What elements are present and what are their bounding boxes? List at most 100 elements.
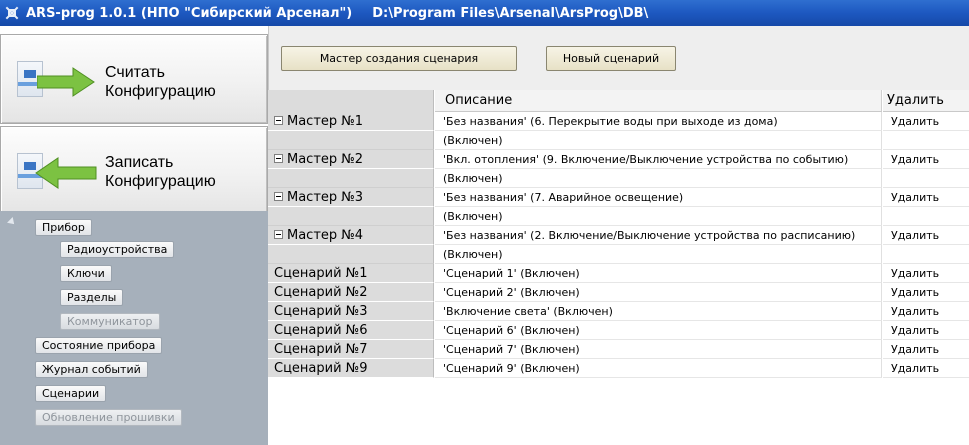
- row-name: Мастер №4: [287, 228, 364, 243]
- row-name: Сценарий №9: [274, 361, 368, 376]
- tree-item-radio[interactable]: Радиоустройства: [60, 241, 175, 258]
- row-description[interactable]: 'Вкл. отопления' (9. Включение/Выключени…: [435, 150, 882, 169]
- table-row[interactable]: Сценарий №6 'Сценарий 6' (Включен) Удалить: [268, 321, 969, 340]
- table-row[interactable]: Сценарий №7 'Сценарий 7' (Включен) Удалить: [268, 340, 969, 359]
- row-description[interactable]: 'Без названия' (2. Включение/Выключение …: [435, 226, 882, 245]
- read-button-line2: Конфигурацию: [105, 83, 216, 100]
- table-row[interactable]: Мастер №4 'Без названия' (2. Включение/Вы…: [268, 226, 969, 245]
- subrow-name-cell: [268, 131, 434, 150]
- row-name: Сценарий №6: [274, 323, 368, 338]
- read-config-button[interactable]: Считать Конфигурацию: [0, 34, 268, 124]
- tree-item-device[interactable]: Прибор: [35, 219, 92, 236]
- tree-item-sections[interactable]: Разделы: [60, 289, 124, 306]
- row-status: (Включен): [435, 245, 882, 264]
- row-delete-link[interactable]: Удалить: [883, 283, 969, 302]
- row-description[interactable]: 'Сценарий 2' (Включен): [435, 283, 882, 302]
- nav-tree: Прибор Радиоустройства Ключи Разделы Ком…: [0, 211, 268, 445]
- write-button-line1: Записать: [105, 154, 174, 171]
- window-path: D:\Program Files\Arsenal\ArsProg\DB\: [372, 5, 649, 21]
- collapse-minus-icon[interactable]: [274, 116, 283, 125]
- write-config-button[interactable]: Записать Конфигурацию: [0, 126, 268, 216]
- tree-item-state[interactable]: Состояние прибора: [35, 337, 163, 354]
- row-name-cell[interactable]: Сценарий №2: [268, 283, 434, 302]
- row-name-cell[interactable]: Сценарий №7: [268, 340, 434, 359]
- row-delete-link[interactable]: Удалить: [883, 340, 969, 359]
- row-delete-link[interactable]: Удалить: [883, 302, 969, 321]
- window-titlebar[interactable]: ARS-prog 1.0.1 (НПО "Сибирский Арсенал")…: [0, 0, 969, 26]
- row-name-cell[interactable]: Мастер №2: [268, 150, 434, 169]
- right-area: Мастер создания сценария Новый сценарий …: [268, 26, 969, 445]
- toolbar: Мастер создания сценария Новый сценарий: [268, 26, 969, 90]
- row-name-cell[interactable]: Мастер №3: [268, 188, 434, 207]
- header-description[interactable]: Описание: [435, 90, 882, 112]
- arrow-right-icon: [37, 67, 95, 97]
- subrow-empty-cell: [883, 131, 969, 150]
- tree-item-scenarios[interactable]: Сценарии: [35, 385, 107, 402]
- tree-item-firmware: Обновление прошивки: [35, 409, 182, 426]
- subrow-name-cell: [268, 245, 434, 264]
- tree-expand-icon[interactable]: [7, 217, 17, 227]
- row-status: (Включен): [435, 169, 882, 188]
- subrow-empty-cell: [883, 207, 969, 226]
- table-subrow: (Включен): [268, 207, 969, 226]
- row-name-cell[interactable]: Сценарий №9: [268, 359, 434, 378]
- row-name: Сценарий №2: [274, 285, 368, 300]
- row-description[interactable]: 'Включение света' (Включен): [435, 302, 882, 321]
- row-description[interactable]: 'Сценарий 9' (Включен): [435, 359, 882, 378]
- write-button-line2: Конфигурацию: [105, 173, 216, 190]
- row-description[interactable]: 'Без названия' (6. Перекрытие воды при в…: [435, 112, 882, 131]
- row-delete-link[interactable]: Удалить: [883, 359, 969, 378]
- subrow-name-cell: [268, 169, 434, 188]
- arrow-left-icon: [35, 157, 97, 189]
- row-description[interactable]: 'Сценарий 7' (Включен): [435, 340, 882, 359]
- new-scenario-button[interactable]: Новый сценарий: [546, 46, 676, 71]
- tree-item-communicator: Коммуникатор: [60, 313, 160, 330]
- row-description[interactable]: 'Сценарий 6' (Включен): [435, 321, 882, 340]
- subrow-empty-cell: [883, 245, 969, 264]
- row-name-cell[interactable]: Сценарий №3: [268, 302, 434, 321]
- row-name-cell[interactable]: Сценарий №6: [268, 321, 434, 340]
- left-panel: Считать Конфигурацию Записать Конфигурац…: [0, 26, 268, 445]
- table-subrow: (Включен): [268, 131, 969, 150]
- table-row[interactable]: Мастер №3 'Без названия' (7. Аварийное ос…: [268, 188, 969, 207]
- table-row[interactable]: Сценарий №2 'Сценарий 2' (Включен) Удалить: [268, 283, 969, 302]
- scenario-table: Описание Удалить Мастер №1 'Без названия'…: [268, 90, 969, 378]
- row-name-cell[interactable]: Сценарий №1: [268, 264, 434, 283]
- row-description[interactable]: 'Без названия' (7. Аварийное освещение): [435, 188, 882, 207]
- row-delete-link[interactable]: Удалить: [883, 226, 969, 245]
- row-delete-link[interactable]: Удалить: [883, 321, 969, 340]
- row-name: Сценарий №1: [274, 266, 368, 281]
- row-delete-link[interactable]: Удалить: [883, 264, 969, 283]
- row-status: (Включен): [435, 131, 882, 150]
- table-row[interactable]: Сценарий №9 'Сценарий 9' (Включен) Удалить: [268, 359, 969, 378]
- ars-app-icon: [4, 5, 20, 21]
- tree-item-journal[interactable]: Журнал событий: [35, 361, 148, 378]
- read-button-line1: Считать: [105, 64, 166, 81]
- row-name-cell[interactable]: Мастер №4: [268, 226, 434, 245]
- table-row[interactable]: Сценарий №1 'Сценарий 1' (Включен) Удалить: [268, 264, 969, 283]
- header-delete[interactable]: Удалить: [883, 90, 969, 112]
- collapse-minus-icon[interactable]: [274, 154, 283, 163]
- window-title: ARS-prog 1.0.1 (НПО "Сибирский Арсенал"): [26, 5, 353, 21]
- row-delete-link[interactable]: Удалить: [883, 112, 969, 131]
- row-name: Мастер №2: [287, 152, 364, 167]
- row-description[interactable]: 'Сценарий 1' (Включен): [435, 264, 882, 283]
- table-row[interactable]: Мастер №1 'Без названия' (6. Перекрытие в…: [268, 112, 969, 131]
- row-name: Сценарий №7: [274, 342, 368, 357]
- scenario-wizard-button[interactable]: Мастер создания сценария: [281, 46, 517, 71]
- collapse-minus-icon[interactable]: [274, 192, 283, 201]
- row-name-cell[interactable]: Мастер №1: [268, 112, 434, 131]
- header-corner: [268, 90, 434, 112]
- row-delete-link[interactable]: Удалить: [883, 188, 969, 207]
- table-subrow: (Включен): [268, 245, 969, 264]
- collapse-minus-icon[interactable]: [274, 230, 283, 239]
- table-body: Мастер №1 'Без названия' (6. Перекрытие в…: [268, 112, 969, 378]
- table-row[interactable]: Мастер №2 'Вкл. отопления' (9. Включение/…: [268, 150, 969, 169]
- row-name: Мастер №3: [287, 190, 364, 205]
- row-status: (Включен): [435, 207, 882, 226]
- tree-item-keys[interactable]: Ключи: [60, 265, 112, 282]
- table-row[interactable]: Сценарий №3 'Включение света' (Включен) Уд…: [268, 302, 969, 321]
- row-delete-link[interactable]: Удалить: [883, 150, 969, 169]
- table-subrow: (Включен): [268, 169, 969, 188]
- table-header: Описание Удалить: [268, 90, 969, 112]
